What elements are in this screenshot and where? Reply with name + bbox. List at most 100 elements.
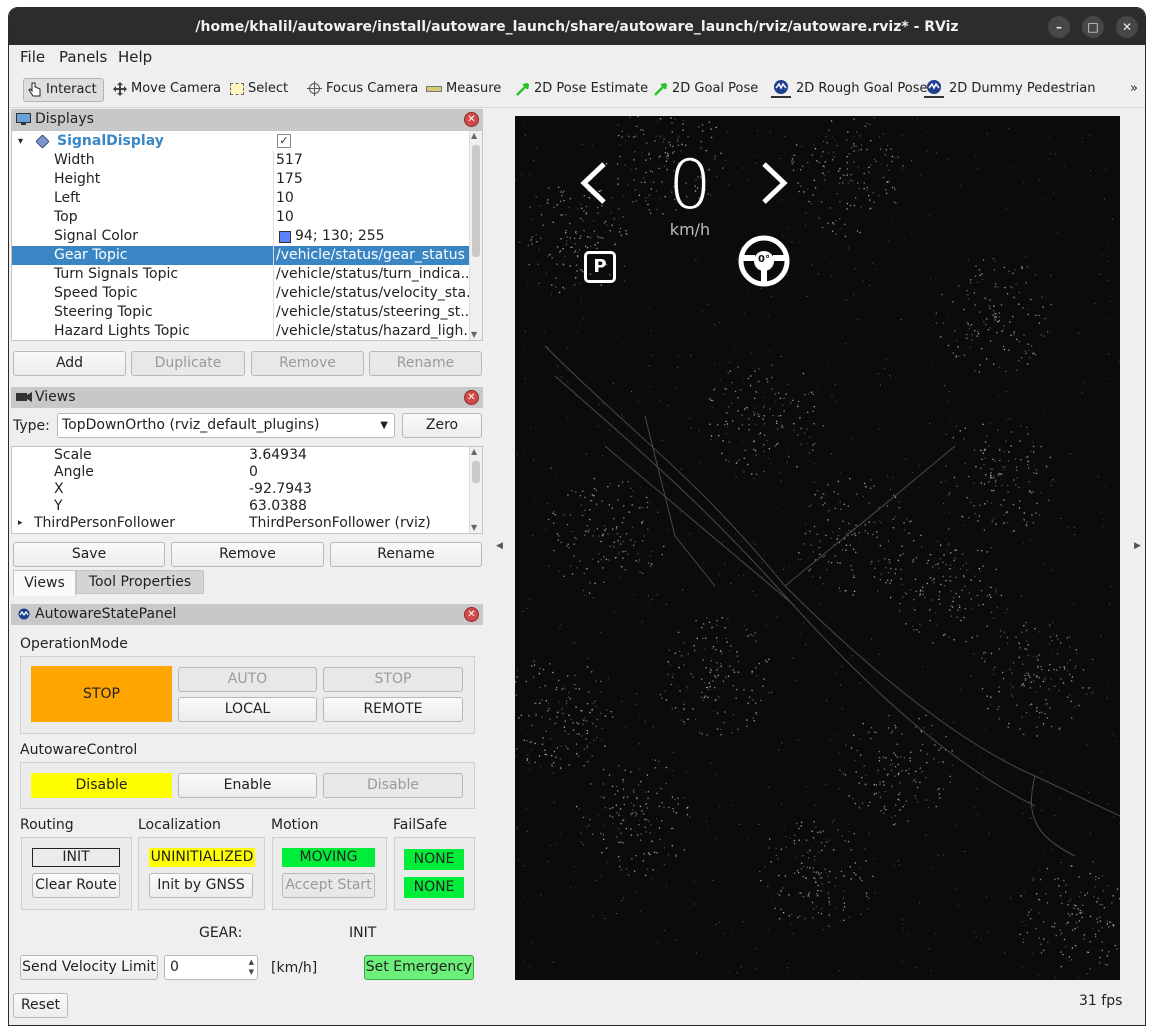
stop-mode-button[interactable]: STOP xyxy=(323,667,463,692)
tool-interact[interactable]: Interact xyxy=(23,78,104,102)
maximize-button[interactable]: □ xyxy=(1082,16,1104,38)
property-value: 517 xyxy=(276,152,303,168)
tab-tool-properties[interactable]: Tool Properties xyxy=(76,570,204,594)
reset-button[interactable]: Reset xyxy=(13,993,68,1018)
operation-mode-label: OperationMode xyxy=(20,636,128,652)
remote-mode-button[interactable]: REMOTE xyxy=(323,697,463,722)
tool-2d-pose-estimate[interactable]: 2D Pose Estimate xyxy=(516,78,648,102)
scroll-up-icon[interactable]: ▲ xyxy=(471,131,477,140)
displays-panel-header: Displays ✕ xyxy=(11,109,483,130)
autoware-logo-icon xyxy=(771,79,791,98)
tool-2d-dummy-pedestrian[interactable]: 2D Dummy Pedestrian xyxy=(923,78,1095,102)
view-property-row[interactable]: Y 63.0388 xyxy=(12,498,469,515)
spin-arrows-icon[interactable]: ▲ ▼ xyxy=(249,957,254,977)
auto-mode-button[interactable]: AUTO xyxy=(178,667,317,692)
set-emergency-button[interactable]: Set Emergency xyxy=(364,955,474,980)
zero-button[interactable]: Zero xyxy=(402,413,482,438)
view-property-row[interactable]: ▸ ThirdPersonFollower ThirdPersonFollower … xyxy=(12,515,469,532)
save-view-button[interactable]: Save xyxy=(13,542,165,567)
column-divider xyxy=(273,303,274,322)
tool-2d-goal-pose[interactable]: 2D Goal Pose xyxy=(654,78,758,102)
close-panel-icon[interactable]: ✕ xyxy=(464,607,479,622)
display-property-row[interactable]: Turn Signals Topic/vehicle/status/turn_i… xyxy=(12,265,474,284)
expand-arrow-icon[interactable]: ▸ xyxy=(18,515,23,532)
add-display-button[interactable]: Add xyxy=(13,351,126,376)
move-arrows-icon xyxy=(113,81,127,96)
remove-display-button[interactable]: Remove xyxy=(251,351,364,376)
minimize-button[interactable]: – xyxy=(1048,16,1070,38)
views-tree[interactable]: Scale 3.64934 Angle 0 X -92.7943 Y 63.0388 ▸ Thir… xyxy=(11,446,483,534)
display-property-row[interactable]: Height 175 xyxy=(12,170,469,189)
display-property-row[interactable]: Signal Color 94; 130; 255 xyxy=(12,227,469,246)
autoware-logo-icon xyxy=(18,608,30,620)
toolbar: Interact Move Camera Select Focus Camera… xyxy=(9,69,1145,108)
signal-display-row[interactable]: ▾ SignalDisplay ✓ xyxy=(12,132,469,151)
display-property-row[interactable]: Left 10 xyxy=(12,189,469,208)
toolbar-more-button[interactable]: » xyxy=(1130,78,1138,102)
rename-view-button[interactable]: Rename xyxy=(330,542,482,567)
view-property-row[interactable]: Angle 0 xyxy=(12,464,469,481)
collapse-left-icon[interactable]: ◀ xyxy=(496,541,503,551)
views-scrollbar[interactable]: ▲ ▼ xyxy=(469,447,482,533)
property-name: Scale xyxy=(54,447,92,463)
collapse-right-icon[interactable]: ▶ xyxy=(1134,541,1141,551)
expand-arrow-icon[interactable]: ▾ xyxy=(18,132,23,151)
velocity-limit-value: 0 xyxy=(170,959,179,975)
accept-start-button[interactable]: Accept Start xyxy=(282,873,375,898)
scrollbar-thumb[interactable] xyxy=(472,461,480,483)
duplicate-display-button[interactable]: Duplicate xyxy=(131,351,245,376)
tool-measure[interactable]: Measure xyxy=(426,78,501,102)
menu-bar: File Panels Help xyxy=(9,45,1145,69)
column-divider xyxy=(273,322,274,341)
display-property-row[interactable]: Top 10 xyxy=(12,208,469,227)
send-velocity-limit-button[interactable]: Send Velocity Limit xyxy=(20,955,158,980)
close-panel-icon[interactable]: ✕ xyxy=(464,390,479,405)
displays-tree[interactable]: ▾ SignalDisplay ✓ Width 517 Height 175 Left 1… xyxy=(11,130,483,341)
green-arrow-icon xyxy=(516,82,530,96)
tool-select[interactable]: Select xyxy=(230,78,288,102)
signal-display-name: SignalDisplay xyxy=(57,133,164,149)
scroll-up-icon[interactable]: ▲ xyxy=(471,447,477,456)
rename-display-button[interactable]: Rename xyxy=(369,351,482,376)
property-name: ThirdPersonFollower xyxy=(34,515,176,531)
column-divider xyxy=(273,151,274,170)
scrollbar-thumb[interactable] xyxy=(472,145,480,257)
steering-angle: 0° xyxy=(758,254,770,265)
velocity-limit-spinbox[interactable]: 0 ▲ ▼ xyxy=(164,955,258,980)
display-property-row[interactable]: Width 517 xyxy=(12,151,469,170)
clear-route-button[interactable]: Clear Route xyxy=(32,873,120,898)
view-property-row[interactable]: X -92.7943 xyxy=(12,481,469,498)
chevron-down-icon: ▼ xyxy=(380,420,388,431)
view-type-select[interactable]: TopDownOrtho (rviz_default_plugins) ▼ xyxy=(57,413,395,438)
display-property-row[interactable]: Gear Topic/vehicle/status/gear_status xyxy=(12,246,469,265)
displays-scrollbar[interactable]: ▲ ▼ xyxy=(469,131,482,340)
color-swatch[interactable] xyxy=(279,231,291,243)
display-property-row[interactable]: Steering Topic/vehicle/status/steering_s… xyxy=(12,303,474,322)
scroll-down-icon[interactable]: ▼ xyxy=(471,330,477,339)
failsafe-label: FailSafe xyxy=(393,817,448,833)
disable-control-button[interactable]: Disable xyxy=(323,773,463,798)
property-name: Top xyxy=(54,209,78,225)
enabled-checkbox[interactable]: ✓ xyxy=(277,134,291,148)
display-property-row[interactable]: Hazard Lights Topic/vehicle/status/hazar… xyxy=(12,322,477,341)
rviz-3d-viewport[interactable]: 0 km/h P 0° xyxy=(515,116,1120,980)
local-mode-button[interactable]: LOCAL xyxy=(178,697,317,722)
menu-file[interactable]: File xyxy=(20,48,45,66)
tool-move-camera[interactable]: Move Camera xyxy=(113,78,221,102)
init-by-gnss-button[interactable]: Init by GNSS xyxy=(149,873,253,898)
view-property-row[interactable]: Scale 3.64934 xyxy=(12,447,469,464)
remove-view-button[interactable]: Remove xyxy=(171,542,324,567)
close-button[interactable]: ✕ xyxy=(1116,16,1138,38)
tool-2d-rough-goal-pose[interactable]: 2D Rough Goal Pose xyxy=(770,78,928,102)
menu-help[interactable]: Help xyxy=(118,48,152,66)
enable-control-button[interactable]: Enable xyxy=(178,773,317,798)
display-property-row[interactable]: Speed Topic/vehicle/status/velocity_sta.… xyxy=(12,284,479,303)
column-divider xyxy=(273,208,274,227)
scroll-down-icon[interactable]: ▼ xyxy=(471,523,477,532)
close-panel-icon[interactable]: ✕ xyxy=(464,112,479,127)
fps-counter: 31 fps xyxy=(1079,993,1123,1009)
tab-views[interactable]: Views xyxy=(13,570,76,596)
property-value: /vehicle/status/steering_st... xyxy=(276,304,474,320)
menu-panels[interactable]: Panels xyxy=(59,48,107,66)
tool-focus-camera[interactable]: Focus Camera xyxy=(307,78,418,102)
